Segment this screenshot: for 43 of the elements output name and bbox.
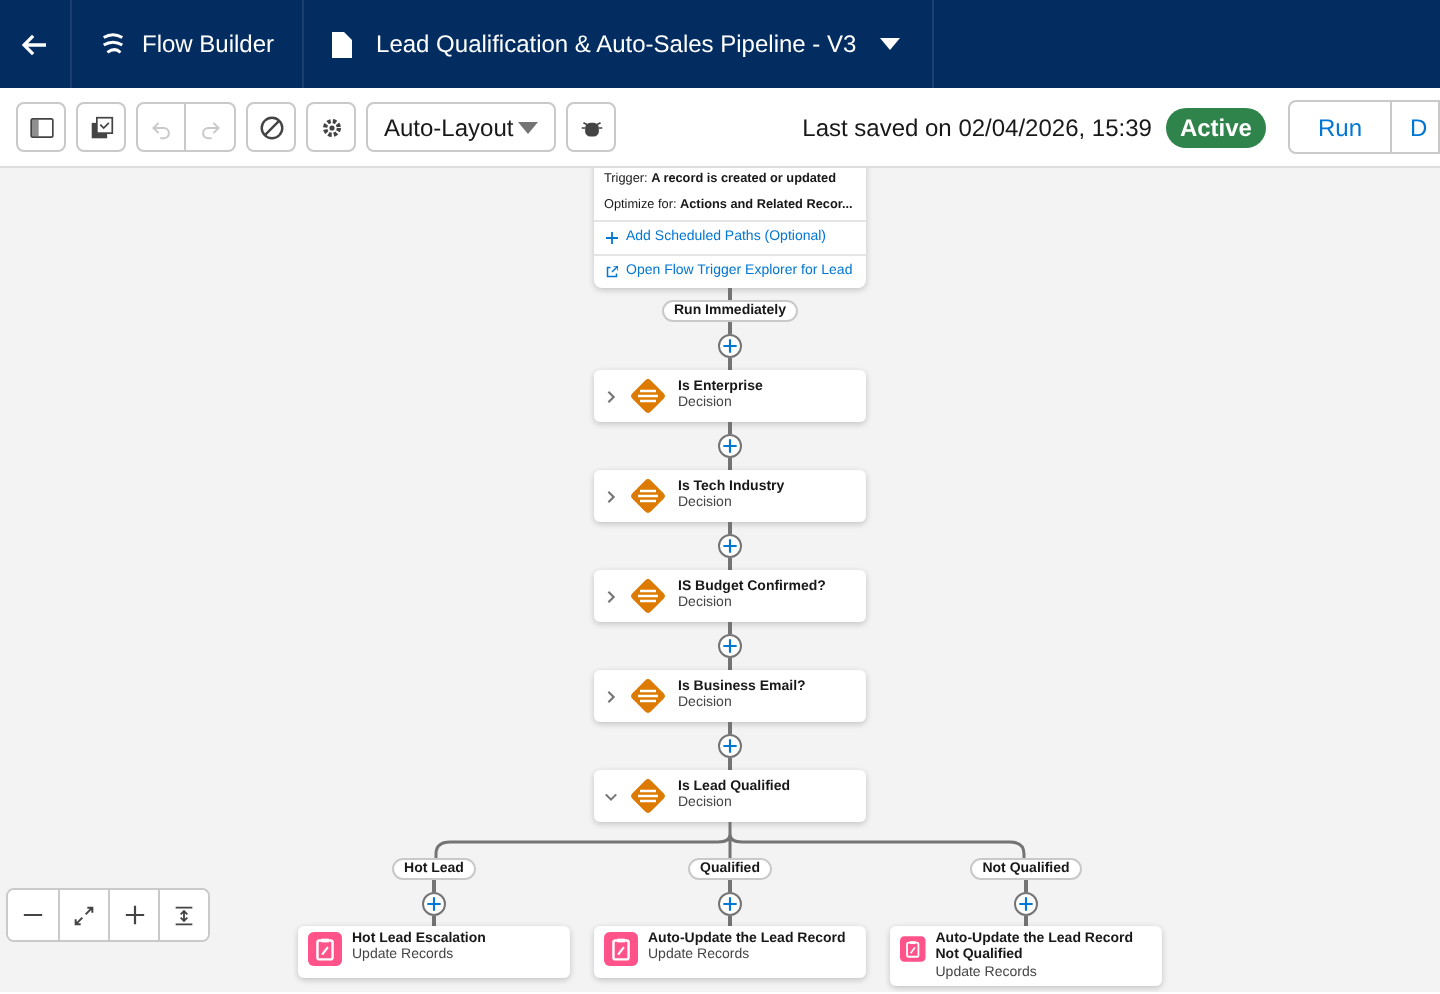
- caret-icon[interactable]: [880, 38, 901, 50]
- app-name: Flow Builder: [142, 30, 275, 58]
- add-element-button[interactable]: [1014, 892, 1038, 916]
- chevron-down-icon[interactable]: [604, 789, 618, 803]
- prohibit-button[interactable]: [246, 102, 296, 152]
- clipboard-icon: [900, 932, 926, 966]
- flow-title: Lead Qualification & Auto-Sales Pipeline - V3: [376, 30, 857, 58]
- add-element-button[interactable]: [718, 734, 742, 758]
- reset-view-button[interactable]: [158, 890, 208, 940]
- center-icon: [174, 905, 194, 925]
- last-saved-text: Last saved on 02/04/2026, 15:39: [802, 113, 1152, 141]
- gear-icon: [319, 115, 343, 139]
- status-badge: Active: [1165, 107, 1266, 147]
- add-element-button[interactable]: [422, 892, 446, 916]
- clipboard-icon: [308, 932, 342, 966]
- plus-icon: [123, 904, 145, 926]
- document-icon: [332, 31, 353, 57]
- add-element-button[interactable]: [718, 534, 742, 558]
- settings-button[interactable]: [306, 102, 356, 152]
- back-arrow-icon[interactable]: [22, 33, 48, 55]
- caret-icon: [518, 121, 538, 133]
- plus-icon: [606, 232, 618, 244]
- layout-dropdown[interactable]: Auto-Layout: [366, 102, 556, 152]
- toggle-panel-button[interactable]: [16, 102, 66, 152]
- toolbar-button[interactable]: Run: [1287, 100, 1392, 154]
- expand-icon: [74, 905, 94, 925]
- copy-button[interactable]: [76, 102, 126, 152]
- panel-icon: [29, 117, 53, 137]
- add-element-button[interactable]: [718, 334, 742, 358]
- add-element-button[interactable]: [718, 634, 742, 658]
- prohibit-icon: [259, 115, 283, 139]
- copy-icon: [89, 115, 113, 139]
- chevron-right-icon[interactable]: [604, 389, 618, 403]
- chevron-right-icon[interactable]: [604, 489, 618, 503]
- external-link-icon: [606, 266, 618, 278]
- toolbar-button[interactable]: D: [1392, 100, 1440, 154]
- add-element-button[interactable]: [718, 434, 742, 458]
- clipboard-icon: [604, 932, 638, 966]
- chevron-right-icon[interactable]: [604, 689, 618, 703]
- flow-logo-icon: [100, 31, 126, 57]
- chevron-right-icon[interactable]: [604, 589, 618, 603]
- debug-button[interactable]: [566, 102, 616, 152]
- add-element-button[interactable]: [718, 892, 742, 916]
